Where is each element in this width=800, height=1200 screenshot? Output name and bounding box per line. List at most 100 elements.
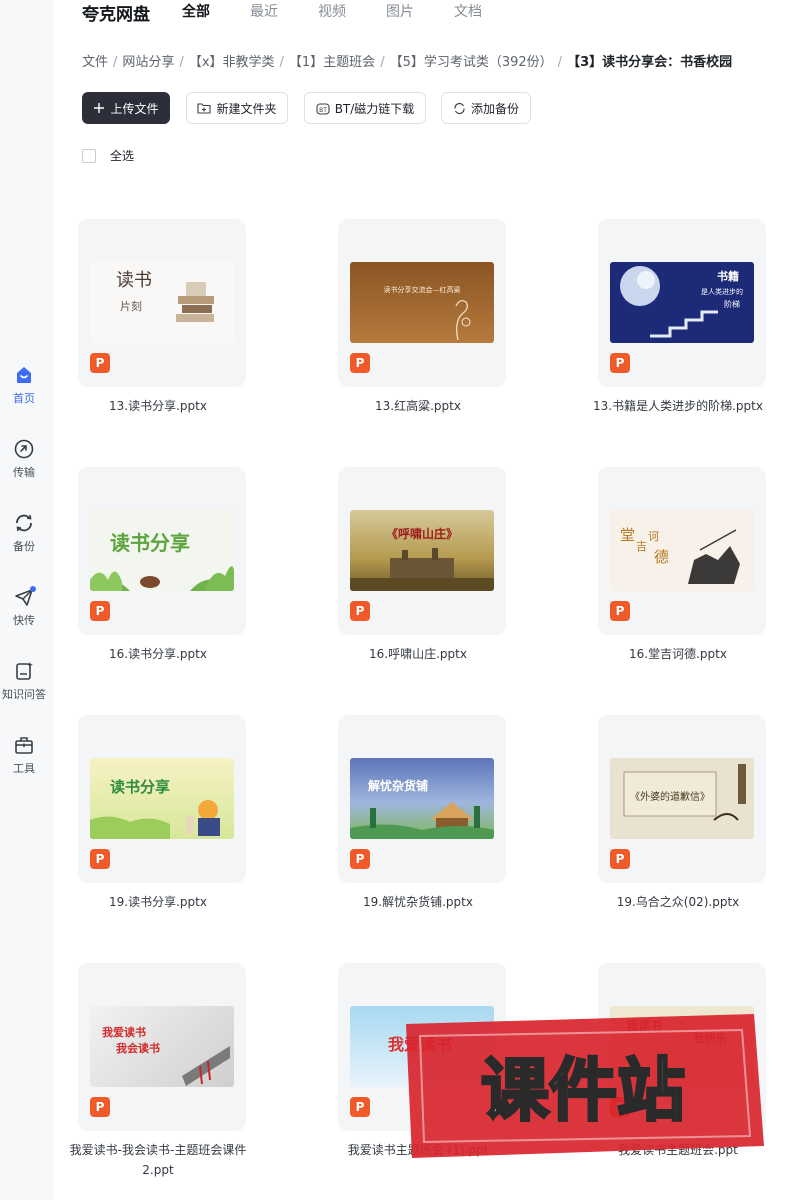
- breadcrumb-separator: /: [113, 55, 118, 70]
- sidebar-item-knowledge[interactable]: 知识问答: [0, 660, 48, 702]
- file-thumbnail: 读书分享: [90, 510, 234, 591]
- tab-documents[interactable]: 文档: [454, 1, 482, 21]
- file-card[interactable]: 读书分享交流会—红高粱 P: [338, 219, 506, 387]
- notification-dot: [30, 586, 36, 592]
- tab-video[interactable]: 视频: [318, 1, 346, 21]
- file-card[interactable]: 《呼啸山庄》 P: [338, 467, 506, 635]
- file-card[interactable]: 读书分享 P: [78, 467, 246, 635]
- ppt-file-icon: P: [610, 601, 630, 621]
- svg-text:德: 德: [654, 548, 669, 566]
- sidebar-item-label: 备份: [13, 540, 35, 553]
- home-smile-icon: [17, 367, 31, 383]
- file-thumbnail: 读书分享: [90, 758, 234, 839]
- sidebar-item-label: 工具: [13, 762, 35, 775]
- file-thumbnail: 书籍 是人类进步的 阶梯: [610, 262, 754, 343]
- svg-text:阶梯: 阶梯: [724, 299, 740, 309]
- file-name[interactable]: 16.堂吉诃德.pptx: [583, 644, 773, 664]
- svg-text:片刻: 片刻: [120, 299, 142, 313]
- select-all[interactable]: 全选: [82, 147, 134, 164]
- svg-text:《外婆的道歉信》: 《外婆的道歉信》: [630, 790, 710, 803]
- transfer-icon: [14, 439, 34, 459]
- file-name[interactable]: 13.红高粱.pptx: [323, 396, 513, 416]
- svg-text:我会读书: 我会读书: [116, 1041, 160, 1055]
- breadcrumb-item[interactable]: 网站分享: [122, 55, 174, 70]
- ppt-file-icon: P: [350, 1097, 370, 1117]
- file-card[interactable]: 读书 片刻 P: [78, 219, 246, 387]
- select-all-label: 全选: [110, 149, 135, 163]
- bt-icon: BT: [316, 102, 330, 115]
- ppt-file-icon: P: [350, 849, 370, 869]
- sidebar-item-label: 知识问答: [2, 688, 46, 701]
- breadcrumb-item[interactable]: 文件: [82, 55, 108, 70]
- svg-text:读书分享: 读书分享: [110, 531, 190, 555]
- ppt-file-icon: P: [350, 353, 370, 373]
- svg-text:堂: 堂: [620, 526, 635, 544]
- sidebar-item-backup[interactable]: 备份: [0, 512, 48, 554]
- file-name[interactable]: 16.呼啸山庄.pptx: [323, 644, 513, 664]
- svg-text:吉: 吉: [636, 540, 647, 553]
- file-card[interactable]: 《外婆的道歉信》 P: [598, 715, 766, 883]
- breadcrumb-item[interactable]: 【5】学习考试类（392份）: [390, 55, 553, 70]
- sidebar-item-transfer[interactable]: 传输: [0, 438, 48, 480]
- breadcrumb-current: 【3】读书分享会：书香校园: [567, 55, 733, 70]
- file-name[interactable]: 16.读书分享.pptx: [63, 644, 253, 664]
- file-name[interactable]: 13.书籍是人类进步的阶梯.pptx: [583, 396, 773, 416]
- svg-text:《呼啸山庄》: 《呼啸山庄》: [386, 526, 458, 541]
- svg-text:读书分享: 读书分享: [110, 778, 170, 796]
- breadcrumb: 文件 / 网站分享 / 【x】非教学类 / 【1】主题班会 / 【5】学习考试类（392份） / 【…: [82, 51, 732, 70]
- breadcrumb-item[interactable]: 【1】主题班会: [289, 55, 375, 70]
- file-thumbnail: 《外婆的道歉信》: [610, 758, 754, 839]
- ppt-file-icon: P: [90, 849, 110, 869]
- upload-file-button[interactable]: 上传文件: [82, 92, 170, 124]
- left-sidebar: 首页 传输 备份 快传 知识问答 工具: [0, 0, 54, 1200]
- upload-file-label: 上传文件: [110, 101, 159, 116]
- file-name[interactable]: 19.解忧杂货铺.pptx: [323, 892, 513, 912]
- breadcrumb-separator: /: [380, 55, 385, 70]
- file-name[interactable]: 19.乌合之众(02).pptx: [583, 892, 773, 912]
- breadcrumb-item[interactable]: 【x】非教学类: [189, 55, 275, 70]
- tab-all[interactable]: 全部: [182, 1, 210, 21]
- add-backup-button[interactable]: 添加备份: [441, 92, 531, 124]
- file-thumbnail: 我爱读书 我会读书: [90, 1006, 234, 1087]
- breadcrumb-separator: /: [179, 55, 184, 70]
- toolbox-icon: [15, 737, 33, 754]
- file-card[interactable]: 读书分享 P: [78, 715, 246, 883]
- file-card[interactable]: 我爱读书 我会读书 P: [78, 963, 246, 1131]
- bt-magnet-download-button[interactable]: BT BT/磁力链下载: [304, 92, 426, 124]
- ppt-file-icon: P: [90, 353, 110, 373]
- file-name[interactable]: 我爱读书-我会读书-主题班会课件2.ppt: [63, 1140, 253, 1180]
- breadcrumb-separator: /: [279, 55, 284, 70]
- file-thumbnail: 读书 片刻: [90, 262, 234, 343]
- file-thumbnail: 读书分享交流会—红高粱: [350, 262, 494, 343]
- file-card[interactable]: 堂 吉 诃 德 P: [598, 467, 766, 635]
- app-brand: 夸克网盘: [82, 5, 150, 25]
- file-thumbnail: 《呼啸山庄》: [350, 510, 494, 591]
- folder-plus-icon: [197, 102, 212, 114]
- file-card[interactable]: 书籍 是人类进步的 阶梯 P: [598, 219, 766, 387]
- file-thumbnail: 堂 吉 诃 德: [610, 510, 754, 591]
- file-thumbnail: 解忧杂货铺: [350, 758, 494, 839]
- sidebar-item-quick-share[interactable]: 快传: [0, 586, 48, 628]
- watermark-stamp: 课件站: [402, 1014, 764, 1158]
- svg-text:读书分享交流会—红高粱: 读书分享交流会—红高粱: [384, 285, 461, 294]
- sidebar-item-label: 首页: [13, 392, 35, 405]
- new-folder-label: 新建文件夹: [216, 101, 277, 116]
- tab-images[interactable]: 图片: [386, 1, 414, 21]
- knowledge-qa-icon: [16, 662, 33, 680]
- svg-text:诃: 诃: [648, 530, 659, 543]
- sidebar-item-label: 传输: [13, 466, 35, 479]
- svg-text:BT: BT: [319, 107, 327, 114]
- new-folder-button[interactable]: 新建文件夹: [186, 92, 288, 124]
- sidebar-item-home[interactable]: 首页: [0, 364, 48, 406]
- sidebar-item-tools[interactable]: 工具: [0, 734, 48, 776]
- svg-text:书籍: 书籍: [717, 269, 739, 283]
- select-all-checkbox[interactable]: [82, 148, 96, 163]
- tab-recent[interactable]: 最近: [250, 1, 278, 21]
- file-name[interactable]: 13.读书分享.pptx: [63, 396, 253, 416]
- svg-text:读书: 读书: [116, 270, 152, 291]
- ppt-file-icon: P: [610, 353, 630, 373]
- file-name[interactable]: 19.读书分享.pptx: [63, 892, 253, 912]
- svg-text:我爱读书: 我爱读书: [102, 1025, 146, 1039]
- ppt-file-icon: P: [350, 601, 370, 621]
- file-card[interactable]: 解忧杂货铺 P: [338, 715, 506, 883]
